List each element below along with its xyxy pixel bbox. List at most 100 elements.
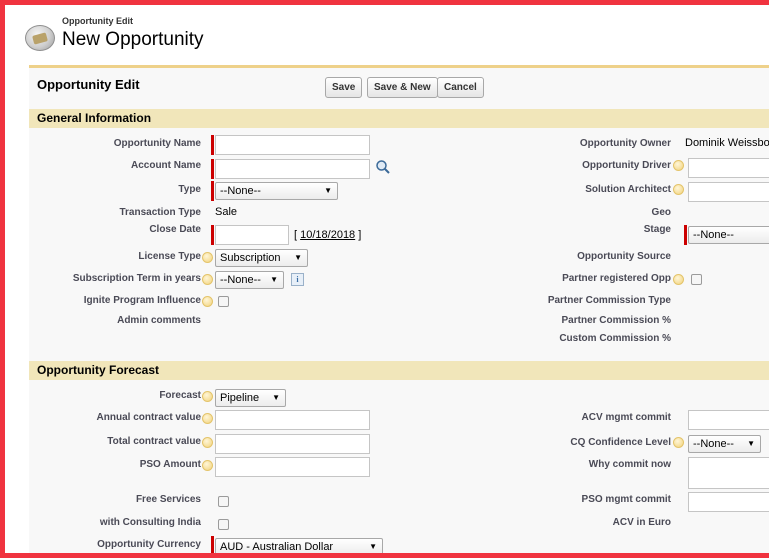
- help-icon[interactable]: [673, 437, 684, 448]
- acv-mgmt-commit-label: ACV mgmt commit: [581, 412, 671, 423]
- help-icon[interactable]: [202, 413, 213, 424]
- opportunity-crown-icon: [25, 25, 55, 51]
- help-icon[interactable]: [673, 160, 684, 171]
- admin-comments-label: Admin comments: [117, 315, 201, 326]
- opportunity-currency-value: AUD - Australian Dollar: [220, 541, 334, 553]
- why-commit-now-label: Why commit now: [588, 459, 671, 470]
- free-services-label: Free Services: [135, 494, 201, 505]
- help-icon[interactable]: [202, 274, 213, 285]
- close-date-today: [ 10/18/2018 ]: [294, 229, 361, 241]
- edit-panel-title: Opportunity Edit: [37, 77, 140, 92]
- page-frame: Opportunity Edit New Opportunity Opportu…: [0, 0, 769, 558]
- close-date-input[interactable]: [215, 225, 289, 245]
- free-services-checkbox[interactable]: [218, 496, 229, 507]
- help-icon[interactable]: [202, 437, 213, 448]
- cq-confidence-label: CQ Confidence Level: [570, 437, 671, 448]
- opportunity-driver-input[interactable]: [688, 158, 769, 178]
- page-subtitle: Opportunity Edit: [62, 16, 133, 26]
- required-marker: [211, 135, 214, 155]
- dropdown-arrow-icon: ▼: [324, 186, 332, 195]
- subscription-term-value: --None--: [220, 274, 261, 286]
- help-icon[interactable]: [202, 391, 213, 402]
- license-type-value: Subscription: [220, 252, 281, 264]
- annual-contract-value-label: Annual contract value: [96, 412, 201, 423]
- type-select-value: --None--: [220, 185, 261, 197]
- help-icon[interactable]: [202, 252, 213, 263]
- solution-architect-input[interactable]: [688, 182, 769, 202]
- opportunity-owner-label: Opportunity Owner: [579, 138, 671, 149]
- partner-registered-label: Partner registered Opp: [562, 273, 671, 284]
- license-type-select[interactable]: Subscription ▼: [215, 249, 308, 267]
- opportunity-name-label: Opportunity Name: [113, 138, 201, 149]
- why-commit-now-textarea[interactable]: [688, 457, 769, 489]
- ignite-program-label: Ignite Program Influence: [83, 295, 201, 306]
- help-icon[interactable]: [202, 296, 213, 307]
- geo-label: Geo: [651, 207, 671, 218]
- cq-confidence-select[interactable]: --None-- ▼: [688, 435, 761, 453]
- dropdown-arrow-icon: ▼: [270, 275, 278, 284]
- opportunity-currency-label: Opportunity Currency: [97, 539, 201, 550]
- required-marker: [211, 536, 214, 553]
- required-marker: [684, 225, 687, 245]
- lookup-icon[interactable]: [375, 159, 391, 175]
- bracket-close: ]: [358, 229, 362, 241]
- dropdown-arrow-icon: ▼: [294, 253, 302, 262]
- dropdown-arrow-icon: ▼: [747, 439, 755, 448]
- subscription-term-label: Subscription Term in years: [72, 273, 201, 284]
- custom-commission-pct-label: Custom Commission %: [559, 333, 671, 344]
- forecast-label: Forecast: [159, 390, 201, 401]
- pso-mgmt-commit-input[interactable]: [688, 492, 769, 512]
- section-opportunity-forecast: Opportunity Forecast: [29, 361, 769, 380]
- page-title: New Opportunity: [62, 29, 204, 50]
- transaction-type-value: Sale: [215, 206, 238, 218]
- type-label: Type: [178, 184, 201, 195]
- acv-mgmt-commit-input[interactable]: [688, 410, 769, 430]
- bracket-open: [: [294, 229, 298, 241]
- stage-label: Stage: [643, 224, 671, 235]
- ignite-program-checkbox[interactable]: [218, 296, 229, 307]
- stage-select[interactable]: --None--: [688, 226, 769, 244]
- partner-commission-type-label: Partner Commission Type: [547, 295, 671, 306]
- acv-in-euro-label: ACV in Euro: [612, 517, 671, 528]
- opportunity-source-label: Opportunity Source: [577, 251, 671, 262]
- help-icon[interactable]: [673, 184, 684, 195]
- opportunity-name-input[interactable]: [215, 135, 370, 155]
- forecast-select-value: Pipeline: [220, 392, 260, 404]
- pso-amount-input[interactable]: [215, 457, 370, 477]
- today-date-link[interactable]: 10/18/2018: [300, 229, 355, 241]
- transaction-type-label: Transaction Type: [119, 207, 201, 218]
- solution-architect-label: Solution Architect: [585, 184, 671, 195]
- type-select[interactable]: --None-- ▼: [215, 182, 338, 200]
- account-name-input[interactable]: [215, 159, 370, 179]
- consulting-india-checkbox[interactable]: [218, 519, 229, 530]
- account-name-label: Account Name: [130, 160, 201, 171]
- help-icon[interactable]: [202, 460, 213, 471]
- cancel-button[interactable]: Cancel: [437, 77, 484, 98]
- opportunity-currency-select[interactable]: AUD - Australian Dollar ▼: [215, 538, 383, 553]
- forecast-select[interactable]: Pipeline ▼: [215, 389, 286, 407]
- dropdown-arrow-icon: ▼: [369, 542, 377, 551]
- annual-contract-value-input[interactable]: [215, 410, 370, 430]
- total-contract-value-label: Total contract value: [107, 436, 201, 447]
- total-contract-value-input[interactable]: [215, 434, 370, 454]
- stage-select-value: --None--: [693, 229, 734, 241]
- required-marker: [211, 159, 214, 179]
- consulting-india-label: with Consulting India: [99, 517, 201, 528]
- required-marker: [211, 181, 214, 201]
- save-button[interactable]: Save: [325, 77, 363, 98]
- section-general-information: General Information: [29, 109, 769, 128]
- subscription-term-select[interactable]: --None-- ▼: [215, 271, 284, 289]
- dropdown-arrow-icon: ▼: [272, 393, 280, 402]
- help-icon[interactable]: [673, 274, 684, 285]
- close-date-label: Close Date: [149, 224, 201, 235]
- save-and-new-button[interactable]: Save & New: [367, 77, 438, 98]
- opportunity-owner-value: Dominik Weissboe: [685, 137, 769, 149]
- partner-registered-checkbox[interactable]: [691, 274, 702, 285]
- required-marker: [211, 225, 214, 245]
- edit-panel: Opportunity Edit Save Save & New Cancel …: [29, 65, 769, 553]
- opportunity-driver-label: Opportunity Driver: [582, 160, 671, 171]
- pso-amount-label: PSO Amount: [139, 459, 201, 470]
- partner-commission-pct-label: Partner Commission %: [561, 315, 671, 326]
- cq-confidence-value: --None--: [693, 438, 734, 450]
- info-icon[interactable]: i: [291, 273, 304, 286]
